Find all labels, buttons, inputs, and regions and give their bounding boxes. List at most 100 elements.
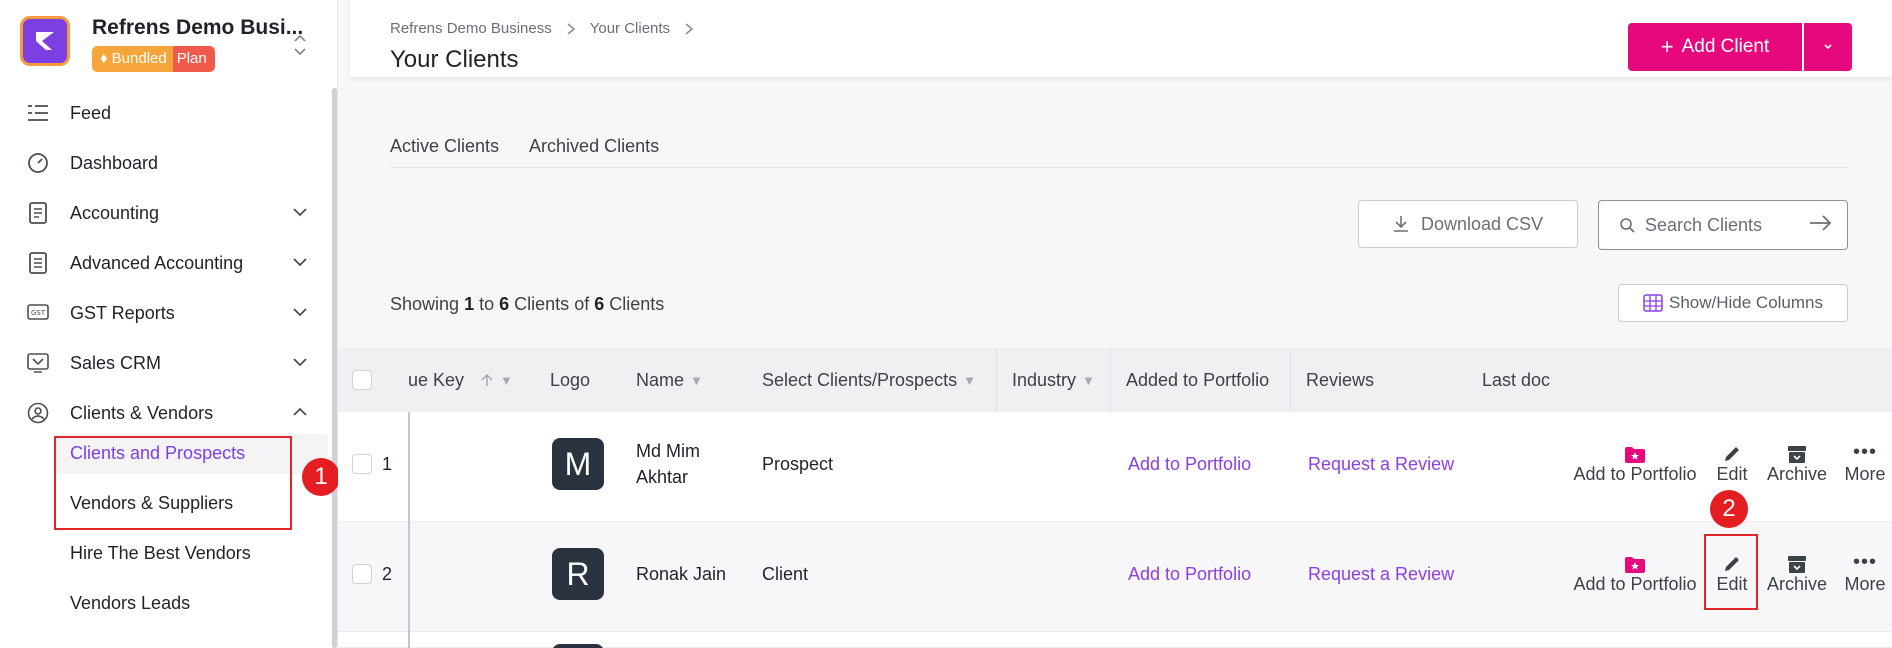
show-hide-label: Show/Hide Columns	[1668, 293, 1823, 312]
sidebar-item-feed[interactable]: Feed	[0, 88, 330, 138]
tab-archived-clients[interactable]: Archived Clients	[529, 136, 659, 157]
columns-icon	[1643, 294, 1663, 312]
table-row[interactable]	[338, 632, 1892, 648]
column-divider	[996, 348, 997, 412]
chevron-right-icon	[685, 22, 694, 35]
sidebar: Refrens Demo Busi... ♦ Bundled Plan Feed …	[0, 0, 338, 648]
row-checkbox[interactable]	[352, 564, 372, 584]
edit-button[interactable]: Edit	[1708, 438, 1756, 485]
table-row[interactable]: 2 R Ronak Jain Client Add to Portfolio R…	[338, 522, 1892, 632]
page-title: Your Clients	[390, 46, 519, 73]
sidebar-item-label: Sales CRM	[70, 352, 162, 373]
portfolio-action-button[interactable]: Add to Portfolio	[1570, 548, 1700, 595]
column-header-name[interactable]: Name ▼	[636, 348, 746, 412]
workspace-name: Refrens Demo Busi...	[92, 16, 304, 39]
breadcrumb-link-business[interactable]: Refrens Demo Business	[390, 20, 552, 37]
client-type: Prospect	[762, 454, 834, 474]
arrow-right-icon[interactable]	[1809, 213, 1833, 233]
feed-icon	[26, 101, 50, 125]
request-review-link[interactable]: Request a Review	[1308, 564, 1454, 585]
portfolio-action-button[interactable]: Add to Portfolio	[1570, 438, 1700, 485]
column-header-unique-key[interactable]: ue Key ▼	[408, 348, 558, 412]
sidebar-item-dashboard[interactable]: Dashboard	[0, 138, 330, 188]
archive-icon	[1788, 446, 1806, 463]
breadcrumb: Refrens Demo Business Your Clients	[390, 20, 694, 37]
folder-star-icon	[1625, 447, 1645, 463]
client-logo: M	[552, 438, 604, 490]
download-csv-button[interactable]: Download CSV	[1358, 200, 1578, 248]
sidebar-subitem-vendors-leads[interactable]: Vendors Leads	[0, 578, 330, 628]
archive-button[interactable]: Archive	[1762, 438, 1832, 485]
action-label: Archive	[1766, 464, 1828, 484]
action-label: Add to Portfolio	[1573, 464, 1697, 484]
sidebar-item-sales-crm[interactable]: Sales CRM	[0, 338, 330, 388]
tab-active-clients[interactable]: Active Clients	[390, 136, 499, 157]
table-header: ue Key ▼ Logo Name ▼ Select Clients/Prosp…	[338, 348, 1892, 412]
sidebar-item-label: GST Reports	[70, 302, 175, 323]
breadcrumb-link-clients[interactable]: Your Clients	[590, 20, 670, 37]
row-checkbox[interactable]	[352, 454, 372, 474]
annotation-badge-2: 2	[1710, 490, 1748, 528]
annotation-badge-1: 1	[302, 458, 340, 496]
filter-icon[interactable]: ▼	[1082, 373, 1095, 388]
sidebar-item-advanced-accounting[interactable]: Advanced Accounting	[0, 238, 330, 288]
request-review-link[interactable]: Request a Review	[1308, 454, 1454, 475]
folder-star-icon	[1625, 557, 1645, 573]
client-logo	[552, 644, 604, 648]
client-type: Client	[762, 564, 809, 584]
plus-icon: +	[1660, 34, 1674, 59]
sidebar-item-label: Dashboard	[70, 152, 159, 173]
column-divider	[1290, 348, 1291, 412]
column-header-client-type[interactable]: Select Clients/Prospects ▼	[762, 348, 992, 412]
download-csv-label: Download CSV	[1420, 213, 1544, 234]
chevron-down-icon	[293, 258, 307, 267]
column-header-last-doc: Last doc	[1482, 369, 1551, 390]
table-row[interactable]: 1 M Md Mim Akhtar Prospect Add to Portfo…	[338, 412, 1892, 522]
add-client-dropdown-button[interactable]	[1804, 23, 1852, 71]
sidebar-scrollbar[interactable]	[332, 88, 337, 648]
add-to-portfolio-link[interactable]: Add to Portfolio	[1128, 454, 1251, 475]
client-tabs: Active Clients Archived Clients	[390, 136, 659, 157]
select-all-checkbox[interactable]	[352, 348, 382, 412]
sidebar-item-label: Clients & Vendors	[70, 402, 214, 423]
sidebar-subitem-hire-vendors[interactable]: Hire The Best Vendors	[0, 528, 330, 578]
show-hide-columns-button[interactable]: Show/Hide Columns	[1618, 284, 1848, 322]
sidebar-item-gst-reports[interactable]: GST GST Reports	[0, 288, 330, 338]
sales-crm-icon	[26, 351, 50, 375]
frozen-column-divider	[408, 632, 410, 648]
more-button[interactable]: ••• More	[1840, 548, 1890, 595]
column-header-industry[interactable]: Industry ▼	[1012, 348, 1132, 412]
frozen-column-divider	[408, 412, 410, 522]
filter-icon[interactable]: ▼	[963, 373, 976, 388]
search-clients-input[interactable]: Search Clients	[1598, 200, 1848, 250]
add-client-button[interactable]: + Add Client	[1628, 23, 1802, 71]
column-header-reviews: Reviews	[1306, 369, 1375, 390]
dashboard-icon	[26, 151, 50, 175]
column-divider	[1110, 348, 1111, 412]
sidebar-item-label: Accounting	[70, 202, 160, 223]
caret-down-icon	[1824, 44, 1832, 50]
sidebar-item-accounting[interactable]: Accounting	[0, 188, 330, 238]
clients-vendors-icon	[26, 401, 50, 425]
archive-button[interactable]: Archive	[1762, 548, 1832, 595]
filter-icon[interactable]: ▼	[690, 373, 703, 388]
tabs-divider	[390, 167, 1848, 168]
more-dots-icon: •••	[1852, 441, 1877, 463]
more-button[interactable]: ••• More	[1840, 438, 1890, 485]
client-name[interactable]: Ronak Jain	[636, 564, 726, 585]
plan-label: Bundled	[111, 50, 167, 67]
chevron-up-down-icon[interactable]	[292, 30, 308, 60]
client-name[interactable]: Md Mim Akhtar	[636, 438, 726, 490]
filter-icon[interactable]: ▼	[500, 373, 513, 388]
sort-arrow-icon[interactable]	[480, 373, 494, 387]
sidebar-item-label: Feed	[70, 102, 112, 123]
frozen-column-divider	[408, 522, 410, 632]
plan-suffix: Plan	[172, 46, 215, 72]
add-to-portfolio-link[interactable]: Add to Portfolio	[1128, 564, 1251, 585]
diamond-icon: ♦	[100, 50, 108, 67]
annotation-box-2	[1704, 534, 1758, 610]
sidebar-nav: Feed Dashboard Accounting Advanced Accou…	[0, 88, 330, 438]
chevron-down-icon	[293, 358, 307, 367]
workspace-switcher[interactable]: Refrens Demo Busi... ♦ Bundled Plan	[18, 14, 318, 74]
action-label: More	[1844, 464, 1886, 484]
